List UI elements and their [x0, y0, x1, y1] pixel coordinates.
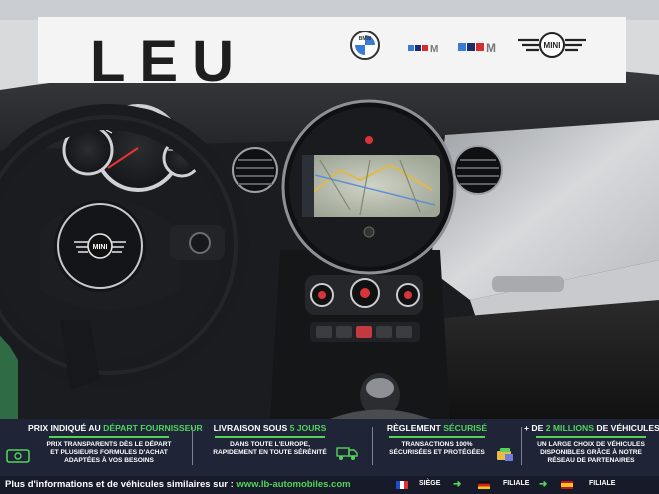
payment-rule — [389, 436, 485, 438]
divider — [372, 427, 373, 465]
dealer-sign-text: LEU — [90, 29, 248, 94]
price-title: PRIX INDIQUÉ AU DÉPART FOURNISSEUR — [28, 423, 203, 433]
delivery-text: DANS TOUTE L'EUROPE, RAPIDEMENT EN TOUTE… — [213, 441, 327, 456]
footer-line: Plus d'informations et de véhicules simi… — [0, 476, 659, 494]
banner-col-vehicles: + DE 2 MILLIONS DE VÉHICULES UN LARGE CH… — [524, 423, 659, 469]
svg-text:BMW: BMW — [359, 36, 372, 42]
location-filiale-es: FILIALE — [589, 480, 616, 487]
divider — [521, 427, 522, 465]
secure-payment-icon — [497, 448, 513, 461]
location-siege: SIÈGE — [419, 480, 441, 487]
location-filiale-de: FILIALE — [503, 480, 530, 487]
payment-text: TRANSACTIONS 100% SÉCURISÉES ET PROTÉGÉE… — [389, 441, 485, 456]
delivery-rule — [215, 436, 325, 438]
bmw-logo-icon: BMW — [350, 31, 380, 60]
svg-text:M: M — [430, 44, 438, 55]
price-text: PRIX TRANSPARENTS DÈS LE DÉPART ET PLUSI… — [46, 441, 172, 464]
brand-logos: BMW M M MINI — [350, 31, 586, 60]
svg-text:MINI: MINI — [93, 244, 108, 251]
spain-flag-icon — [561, 481, 573, 489]
divider — [192, 427, 193, 465]
france-flag-icon — [396, 481, 408, 489]
money-icon — [6, 449, 30, 463]
bmw-m-logo-icon-2: M — [458, 41, 496, 55]
arrow-icon: ➜ — [453, 479, 462, 490]
truck-icon — [336, 447, 358, 460]
payment-title: RÈGLEMENT SÉCURISÉ — [386, 423, 488, 433]
arrow-icon: ➜ — [539, 479, 548, 490]
svg-text:M: M — [486, 41, 496, 55]
delivery-title: LIVRAISON SOUS 5 JOURS — [213, 423, 327, 433]
banner-col-payment: RÈGLEMENT SÉCURISÉ TRANSACTIONS 100% SÉC… — [378, 423, 496, 469]
svg-text:MINI: MINI — [544, 41, 561, 50]
vehicles-title: + DE 2 MILLIONS DE VÉHICULES — [524, 423, 659, 433]
germany-flag-icon — [478, 481, 490, 489]
dealer-sign: LEU BMW M M MINI — [38, 17, 626, 91]
website-link[interactable]: www.lb-automobiles.com — [236, 479, 350, 490]
more-info-text: Plus d'informations et de véhicules simi… — [5, 479, 351, 490]
banner-col-delivery: LIVRAISON SOUS 5 JOURS DANS TOUTE L'EURO… — [205, 423, 335, 469]
car-interior-photo: MINI LEU BMW M M MINI — [0, 0, 659, 419]
info-banner: PRIX INDIQUÉ AU DÉPART FOURNISSEUR PRIX … — [0, 419, 659, 494]
vehicles-text: UN LARGE CHOIX DE VÉHICULES DISPONIBLES … — [537, 441, 645, 464]
bmw-m-logo-icon: M — [408, 44, 438, 55]
mini-brand-logo-icon: MINI — [518, 32, 586, 58]
listing-image: MINI LEU BMW M M MINI PRIX INDIQUÉ AU DÉ… — [0, 0, 659, 494]
vehicles-rule — [536, 436, 646, 438]
banner-col-price: PRIX INDIQUÉ AU DÉPART FOURNISSEUR PRIX … — [28, 423, 203, 469]
price-rule — [49, 436, 169, 438]
